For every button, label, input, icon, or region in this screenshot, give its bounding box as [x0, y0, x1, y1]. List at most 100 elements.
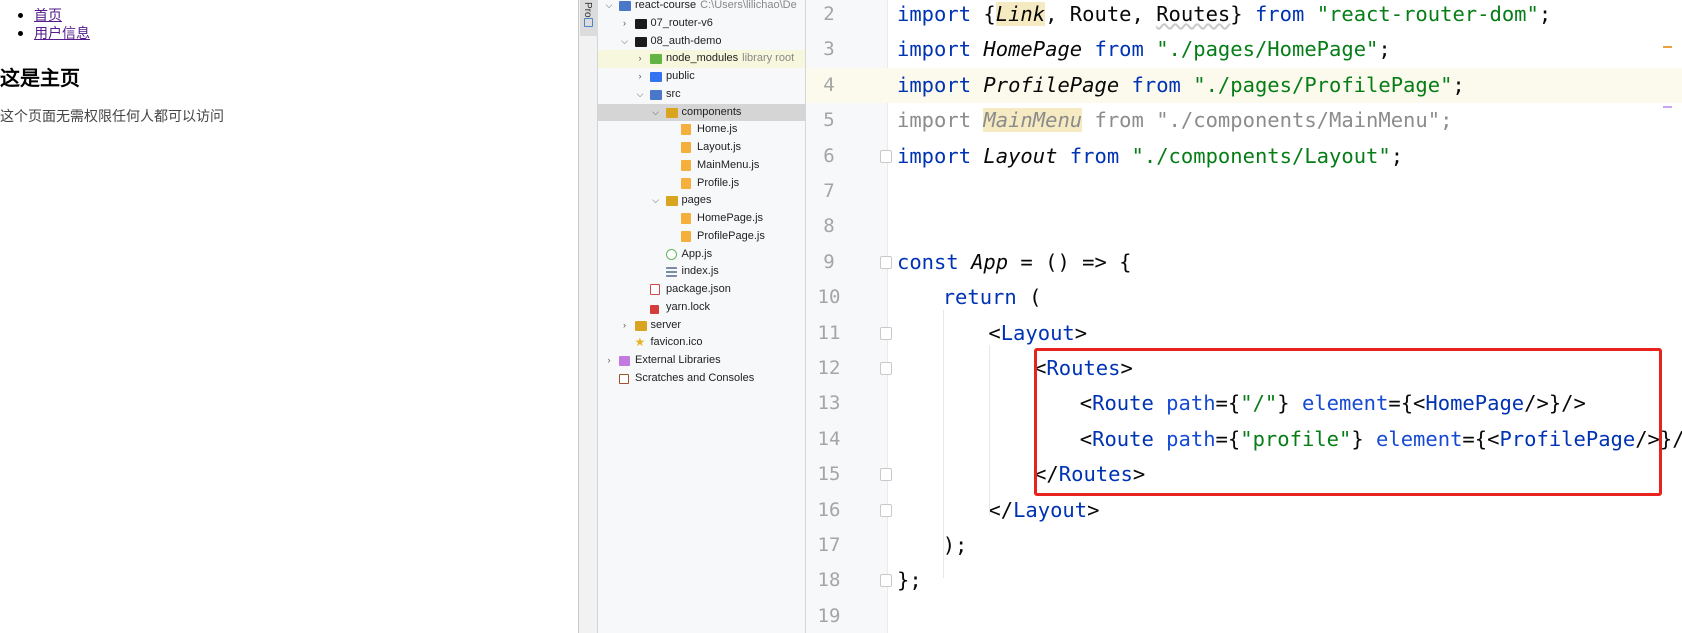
fold-marker-icon[interactable]: [880, 149, 892, 163]
tree-item-home-js[interactable]: Home.js: [598, 121, 805, 139]
tree-item-name: ProfilePage.js: [697, 229, 765, 242]
folder-icon: [665, 107, 678, 118]
folder-srcblue-icon: [650, 89, 662, 100]
tree-item-server[interactable]: › server: [598, 317, 805, 335]
scroll-warning-marker[interactable]: [1663, 46, 1672, 48]
tree-item-pages[interactable]: ⌵ pages: [598, 192, 805, 210]
tree-item-name: react-course: [635, 0, 697, 11]
nav-item-profile: 用户信息: [16, 24, 90, 42]
unused-import-token: MainMenu: [983, 108, 1083, 133]
code-token: = () => {: [1008, 249, 1132, 274]
tree-item-favicon-ico[interactable]: ★ favicon.ico: [598, 334, 805, 352]
tree-item-name: 08_auth-demo: [650, 34, 722, 47]
fold-marker-icon[interactable]: [880, 326, 892, 340]
fold-marker-icon[interactable]: [880, 362, 892, 375]
code-token: </: [988, 497, 1014, 522]
tree-item-name: yarn.lock: [666, 300, 711, 313]
chevron-right-icon[interactable]: ›: [635, 68, 645, 86]
nav-link-home[interactable]: 首页: [34, 7, 62, 23]
tree-item-label: favicon.ico: [651, 334, 703, 352]
tree-item-index-js[interactable]: index.js: [598, 263, 805, 281]
code-token: ;: [1440, 108, 1453, 133]
tree-item-label: App.js: [682, 246, 713, 264]
tree-item-yarn-lock[interactable]: yarn.lock: [598, 299, 805, 317]
tree-item-homepage-js[interactable]: HomePage.js: [598, 210, 805, 228]
tree-item-app-js[interactable]: App.js: [598, 246, 805, 264]
fold-marker-icon[interactable]: [880, 574, 892, 588]
tree-item-layout-js[interactable]: Layout.js: [598, 139, 805, 157]
fold-marker-icon[interactable]: [880, 468, 892, 482]
code-token: App: [971, 249, 1009, 274]
chevron-down-icon[interactable]: ⌵: [651, 192, 661, 210]
tree-item-label: pages: [682, 192, 712, 210]
indent-guide: [989, 345, 990, 515]
tree-item-external-libraries[interactable]: › External Libraries: [598, 352, 805, 370]
line-number: 13: [817, 392, 841, 415]
tree-item-label: src: [666, 86, 681, 104]
tree-item-profilepage-js[interactable]: ProfilePage.js: [598, 228, 805, 246]
fold-marker-icon[interactable]: [880, 255, 892, 269]
chevron-right-icon[interactable]: ›: [635, 50, 645, 68]
code-text: import ProfilePage from "./pages/Profile…: [897, 68, 1465, 103]
tree-item-node-modules[interactable]: › node_modules library root: [598, 50, 805, 68]
line-number: 11: [817, 321, 841, 344]
code-token: Layout: [983, 143, 1058, 168]
tree-item-name: public: [666, 70, 695, 82]
line-number: 17: [817, 534, 841, 556]
appjs-icon: [665, 248, 677, 260]
line-number: 2: [823, 3, 835, 25]
code-line: 17);: [806, 528, 1682, 563]
js-icon: [681, 177, 691, 189]
code-token: "react-router-dom": [1316, 2, 1539, 26]
code-line: 3 import HomePage from "./pages/HomePage"…: [806, 32, 1682, 67]
chevron-right-icon[interactable]: ›: [620, 317, 630, 335]
indent-guide: [943, 310, 944, 578]
scroll-highlight-marker[interactable]: [1663, 106, 1672, 108]
code-editor[interactable]: 2 import {Link, Route, Routes} from "reac…: [806, 0, 1682, 633]
code-text: </Layout>: [988, 493, 1099, 528]
tree-item-label: node_modules library root: [666, 50, 794, 68]
tree-item-scratches-and-consoles[interactable]: Scratches and Consoles: [598, 370, 805, 388]
tree-item-package-json[interactable]: package.json: [598, 281, 805, 299]
code-line: 11 <Layout>: [806, 316, 1682, 351]
tree-item-components[interactable]: ⌵ components: [598, 103, 805, 122]
annotation-highlight-box: [1034, 348, 1662, 496]
tree-item-name: src: [666, 87, 681, 100]
tree-item-public[interactable]: › public: [598, 68, 805, 86]
tree-item-08-auth-demo[interactable]: ⌵ 08_auth-demo: [598, 33, 805, 51]
json-icon: [650, 284, 660, 295]
tree-item-src[interactable]: ⌵ src: [598, 86, 805, 104]
js-icon: [681, 213, 691, 224]
code-token: ;: [1378, 37, 1391, 62]
code-text: <Layout>: [988, 316, 1087, 351]
nav-item-home: 首页: [16, 6, 90, 24]
code-token: );: [942, 533, 968, 557]
tree-item-react-course[interactable]: ⌵ react-course C:\Users\lilichao\De: [598, 0, 805, 15]
folder-icon: [634, 320, 647, 331]
tool-window-strip: Pro: [578, 0, 598, 633]
code-line: 16 </Layout>: [806, 493, 1682, 528]
tree-item-label: MainMenu.js: [697, 157, 759, 175]
tree-item-mainmenu-js[interactable]: MainMenu.js: [598, 157, 805, 175]
line-number: 3: [823, 38, 835, 61]
chevron-right-icon[interactable]: ›: [604, 352, 614, 370]
chevron-down-icon[interactable]: ⌵: [651, 104, 661, 122]
chevron-down-icon[interactable]: ⌵: [620, 33, 630, 51]
tree-item-label: Profile.js: [697, 175, 739, 193]
chevron-right-icon[interactable]: ›: [620, 15, 630, 33]
chevron-down-icon[interactable]: ⌵: [604, 0, 614, 15]
code-line: 9 const App = () => {: [806, 245, 1682, 280]
code-token: HomePage: [983, 37, 1083, 62]
tree-item-label: HomePage.js: [697, 210, 763, 228]
fold-marker-icon[interactable]: [880, 503, 892, 517]
nav-link-profile[interactable]: 用户信息: [34, 25, 90, 41]
chevron-down-icon[interactable]: ⌵: [635, 86, 645, 104]
tree-item-name: server: [650, 318, 682, 331]
line-number: 6: [823, 144, 835, 167]
code-token: "./pages/ProfilePage": [1193, 72, 1453, 97]
tree-item-07-router-v6[interactable]: › 07_router-v6: [598, 15, 805, 33]
tree-item-name: Layout.js: [697, 141, 742, 153]
tree-item-name: 07_router-v6: [650, 16, 713, 29]
tree-item-profile-js[interactable]: Profile.js: [598, 175, 805, 193]
folder-srcblue-icon: [619, 1, 631, 11]
